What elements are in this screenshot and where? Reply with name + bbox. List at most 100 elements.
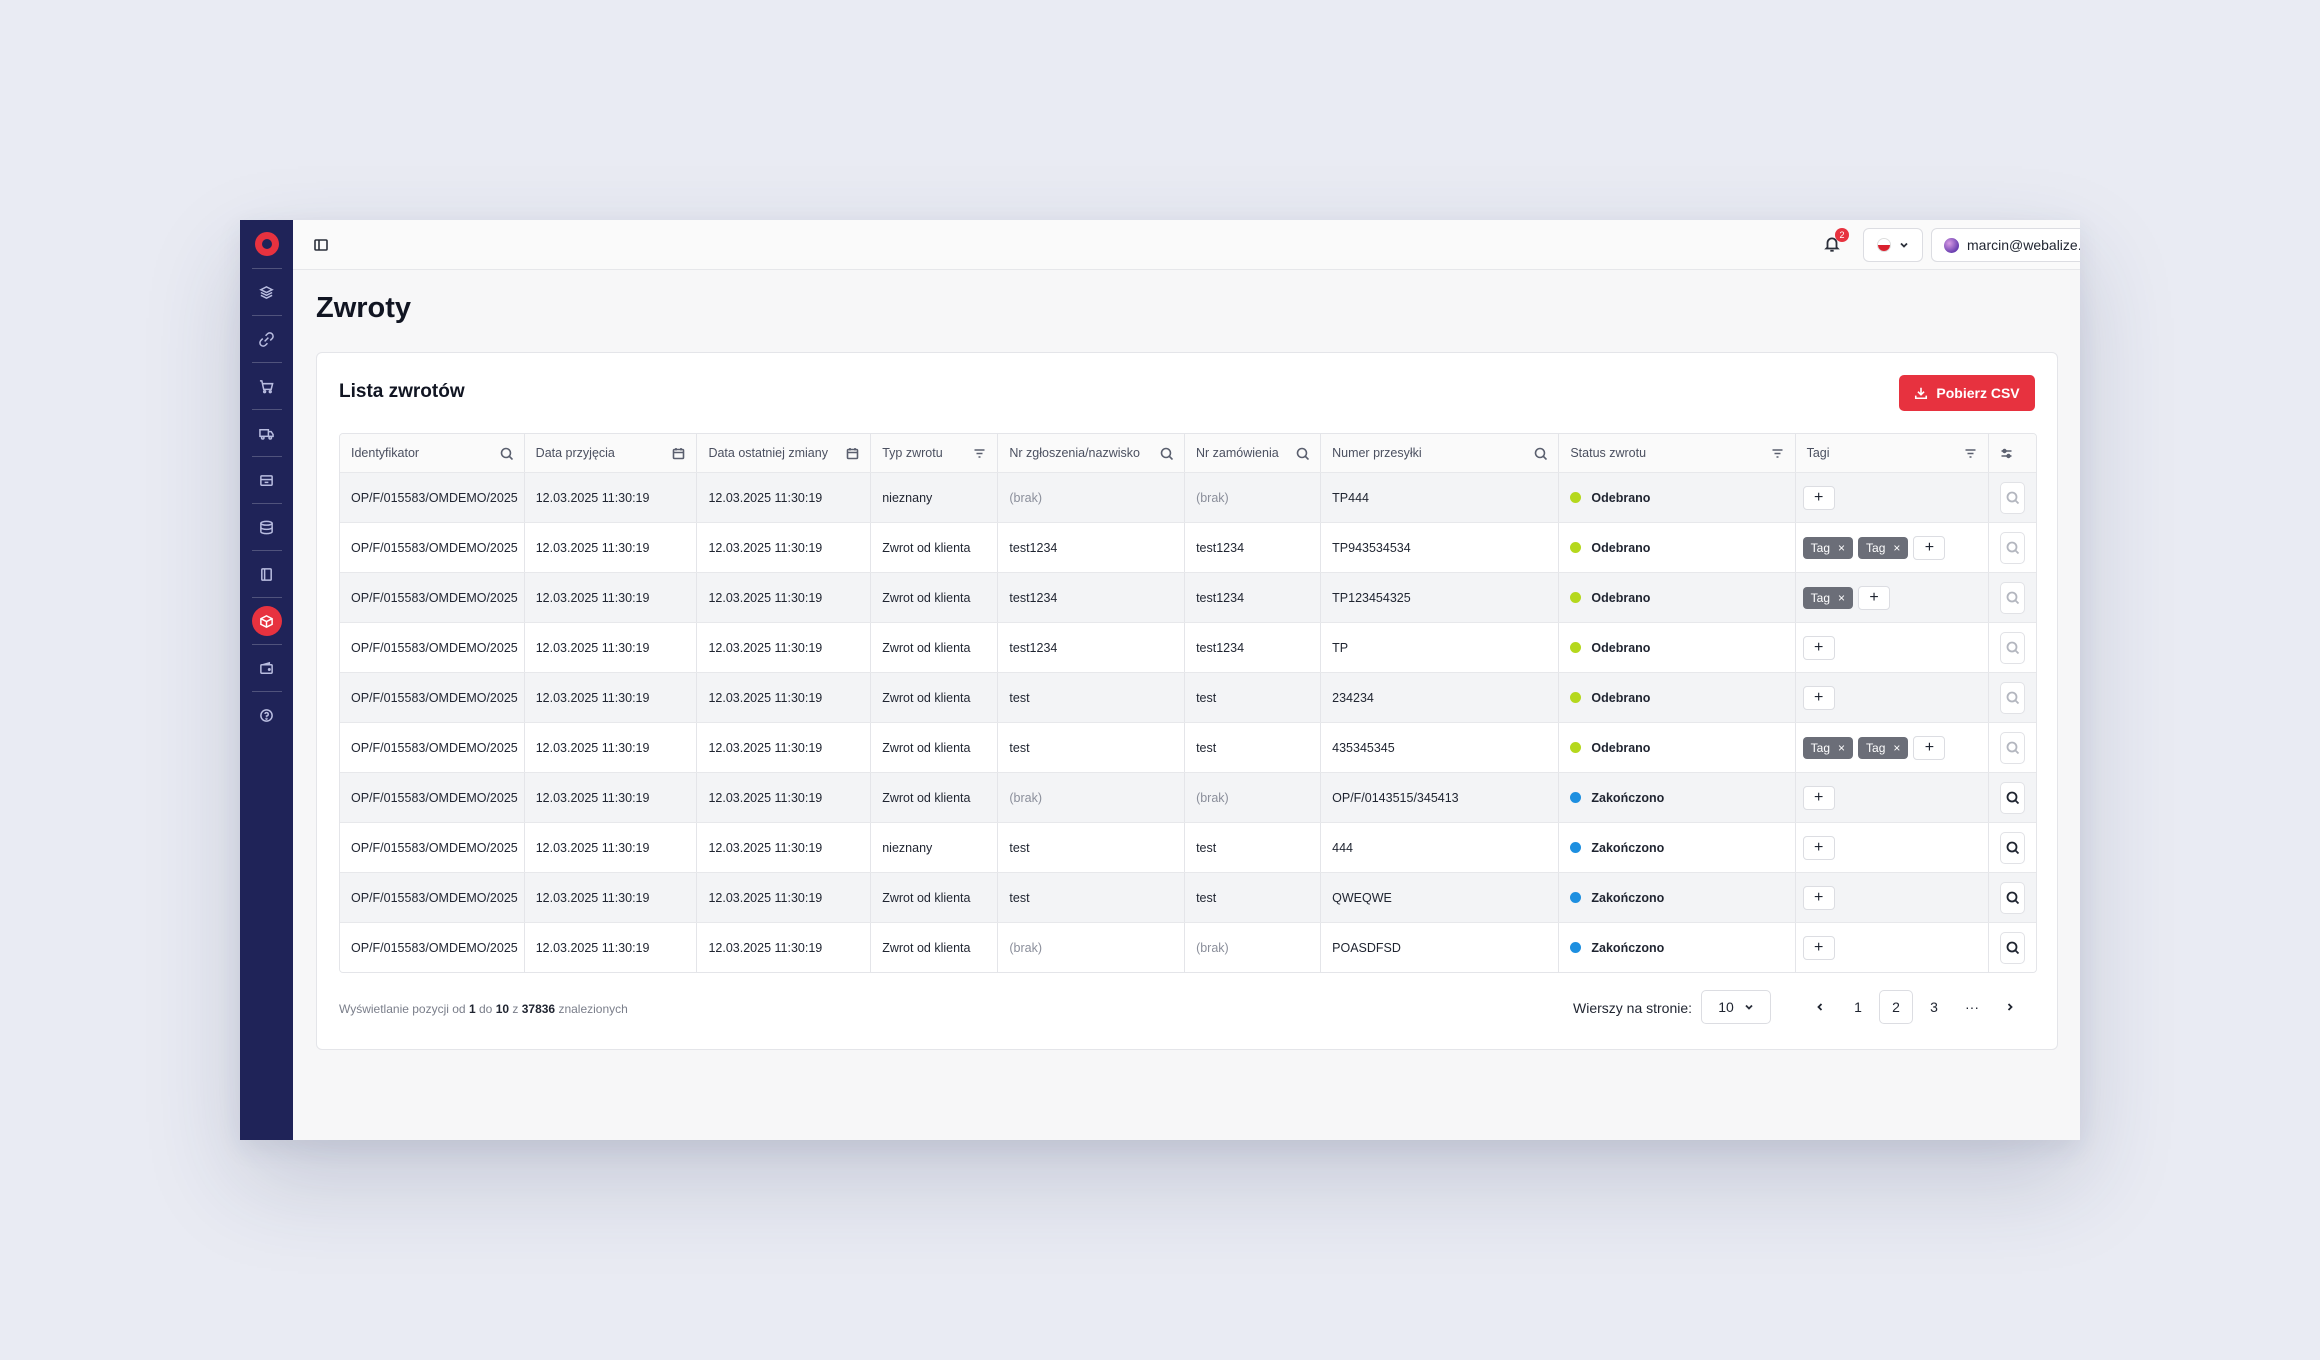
page-button-2[interactable]: 2	[1879, 990, 1913, 1024]
table-row[interactable]: OP/F/015583/OMDEMO/2025 12.03.2025 11:30:…	[340, 522, 2036, 572]
download-csv-button[interactable]: Pobierz CSV	[1899, 375, 2035, 411]
tag-chip[interactable]: Tag ×	[1802, 536, 1854, 559]
column-header-received[interactable]: Data przyjęcia	[523, 434, 697, 472]
sidebar-item-tools[interactable]	[240, 316, 293, 362]
user-menu-button[interactable]: marcin@webalize....	[1931, 228, 2080, 262]
next-page-button[interactable]	[1993, 990, 2027, 1024]
sidebar-item-help[interactable]	[240, 692, 293, 738]
cell-claim: (brak)	[997, 773, 1184, 822]
rows-per-page-select[interactable]: 10	[1701, 990, 1771, 1024]
sidebar-item-warehouse[interactable]	[240, 457, 293, 503]
column-settings-button[interactable]	[1988, 434, 2036, 472]
avatar	[1944, 237, 1959, 253]
status-badge: Zakończono	[1591, 790, 1665, 805]
sidebar-item-layers[interactable]	[240, 269, 293, 315]
column-header-shipment[interactable]: Numer przesyłki	[1320, 434, 1558, 472]
page-button-1[interactable]: 1	[1841, 990, 1875, 1024]
tag-chip[interactable]: Tag ×	[1802, 736, 1854, 759]
table-row[interactable]: OP/F/015583/OMDEMO/2025 12.03.2025 11:30:…	[340, 772, 2036, 822]
cell-id: OP/F/015583/OMDEMO/2025	[340, 523, 524, 572]
column-header-tags[interactable]: Tagi	[1794, 434, 1989, 472]
prev-page-button[interactable]	[1803, 990, 1837, 1024]
add-tag-button[interactable]: +	[1913, 735, 1946, 760]
add-tag-button[interactable]: +	[1858, 585, 1891, 610]
sidebar-toggle-button[interactable]	[313, 237, 329, 253]
view-details-button[interactable]	[2000, 481, 2026, 514]
add-tag-button[interactable]: +	[1913, 535, 1946, 560]
cell-action	[1988, 923, 2036, 972]
view-details-button[interactable]	[2000, 531, 2026, 564]
table-row[interactable]: OP/F/015583/OMDEMO/2025 12.03.2025 11:30:…	[340, 622, 2036, 672]
view-details-button[interactable]	[2000, 681, 2026, 714]
add-tag-button[interactable]: +	[1802, 685, 1835, 710]
calendar-icon[interactable]	[846, 447, 859, 460]
table-row[interactable]: OP/F/015583/OMDEMO/2025 12.03.2025 11:30:…	[340, 722, 2036, 772]
view-details-button[interactable]	[2000, 731, 2026, 764]
sidebar-item-wallet[interactable]	[240, 645, 293, 691]
sidebar-item-book[interactable]	[240, 551, 293, 597]
tag-chip[interactable]: Tag ×	[1802, 586, 1854, 609]
layers-icon	[259, 285, 274, 299]
cell-claim: test1234	[997, 523, 1184, 572]
calendar-icon[interactable]	[672, 447, 685, 460]
sidebar-item-database[interactable]	[240, 504, 293, 550]
sidebar-item-cart[interactable]	[240, 363, 293, 409]
database-icon	[260, 520, 273, 534]
add-tag-button[interactable]: +	[1802, 935, 1835, 960]
search-icon	[2006, 891, 2019, 904]
cell-shipment: QWEQWE	[1320, 873, 1558, 922]
filter-icon[interactable]	[1964, 447, 1977, 460]
tag-chip[interactable]: Tag ×	[1858, 736, 1909, 759]
column-header-order[interactable]: Nr zamówienia	[1184, 434, 1320, 472]
page-button-3[interactable]: 3	[1917, 990, 1951, 1024]
table-row[interactable]: OP/F/015583/OMDEMO/2025 12.03.2025 11:30:…	[340, 872, 2036, 922]
chevron-down-icon	[1900, 242, 1908, 248]
page-ellipsis[interactable]: ···	[1955, 990, 1989, 1024]
column-header-claim[interactable]: Nr zgłoszenia/nazwisko	[997, 434, 1184, 472]
table-row[interactable]: OP/F/015583/OMDEMO/2025 12.03.2025 11:30:…	[340, 572, 2036, 622]
close-icon[interactable]: ×	[1838, 741, 1845, 755]
table-row[interactable]: OP/F/015583/OMDEMO/2025 12.03.2025 11:30:…	[340, 922, 2036, 972]
notifications-button[interactable]: 2	[1823, 228, 1849, 255]
close-icon[interactable]: ×	[1838, 541, 1845, 555]
sidebar-item-returns[interactable]	[240, 598, 293, 644]
app-logo[interactable]	[254, 232, 279, 256]
close-icon[interactable]: ×	[1893, 741, 1900, 755]
tag-label: Tag	[1866, 540, 1886, 555]
column-header-id[interactable]: Identyfikator	[340, 434, 524, 472]
view-details-button[interactable]	[2000, 781, 2026, 814]
close-icon[interactable]: ×	[1893, 541, 1900, 555]
truck-icon	[259, 428, 274, 440]
filter-icon[interactable]	[1771, 447, 1784, 460]
add-tag-button[interactable]: +	[1802, 835, 1835, 860]
view-details-button[interactable]	[2000, 581, 2026, 614]
column-header-changed[interactable]: Data ostatniej zmiany	[696, 434, 870, 472]
add-tag-button[interactable]: +	[1802, 635, 1835, 660]
table-row[interactable]: OP/F/015583/OMDEMO/2025 12.03.2025 11:30:…	[340, 472, 2036, 522]
view-details-button[interactable]	[2000, 831, 2026, 864]
cell-received: 12.03.2025 11:30:19	[523, 623, 697, 672]
table-row[interactable]: OP/F/015583/OMDEMO/2025 12.03.2025 11:30:…	[340, 672, 2036, 722]
view-details-button[interactable]	[2000, 631, 2026, 664]
status-dot	[1570, 542, 1582, 553]
column-header-status[interactable]: Status zwrotu	[1558, 434, 1794, 472]
search-icon[interactable]	[1534, 447, 1548, 460]
filter-icon[interactable]	[973, 447, 986, 460]
notification-count-badge: 2	[1835, 228, 1849, 242]
sidebar-item-delivery[interactable]	[240, 410, 293, 456]
table-row[interactable]: OP/F/015583/OMDEMO/2025 12.03.2025 11:30:…	[340, 822, 2036, 872]
search-icon[interactable]	[1160, 447, 1174, 460]
view-details-button[interactable]	[2000, 881, 2026, 914]
add-tag-button[interactable]: +	[1802, 485, 1835, 510]
search-icon[interactable]	[500, 447, 513, 460]
settings-sliders-icon	[2001, 448, 2012, 458]
tag-chip[interactable]: Tag ×	[1858, 536, 1909, 559]
add-tag-button[interactable]: +	[1802, 885, 1835, 910]
column-header-type[interactable]: Typ zwrotu	[870, 434, 997, 472]
language-select[interactable]	[1863, 228, 1923, 262]
search-icon[interactable]	[1296, 447, 1310, 460]
close-icon[interactable]: ×	[1838, 591, 1845, 605]
add-tag-button[interactable]: +	[1802, 785, 1835, 810]
cell-order: test	[1184, 723, 1320, 772]
view-details-button[interactable]	[2000, 931, 2026, 964]
